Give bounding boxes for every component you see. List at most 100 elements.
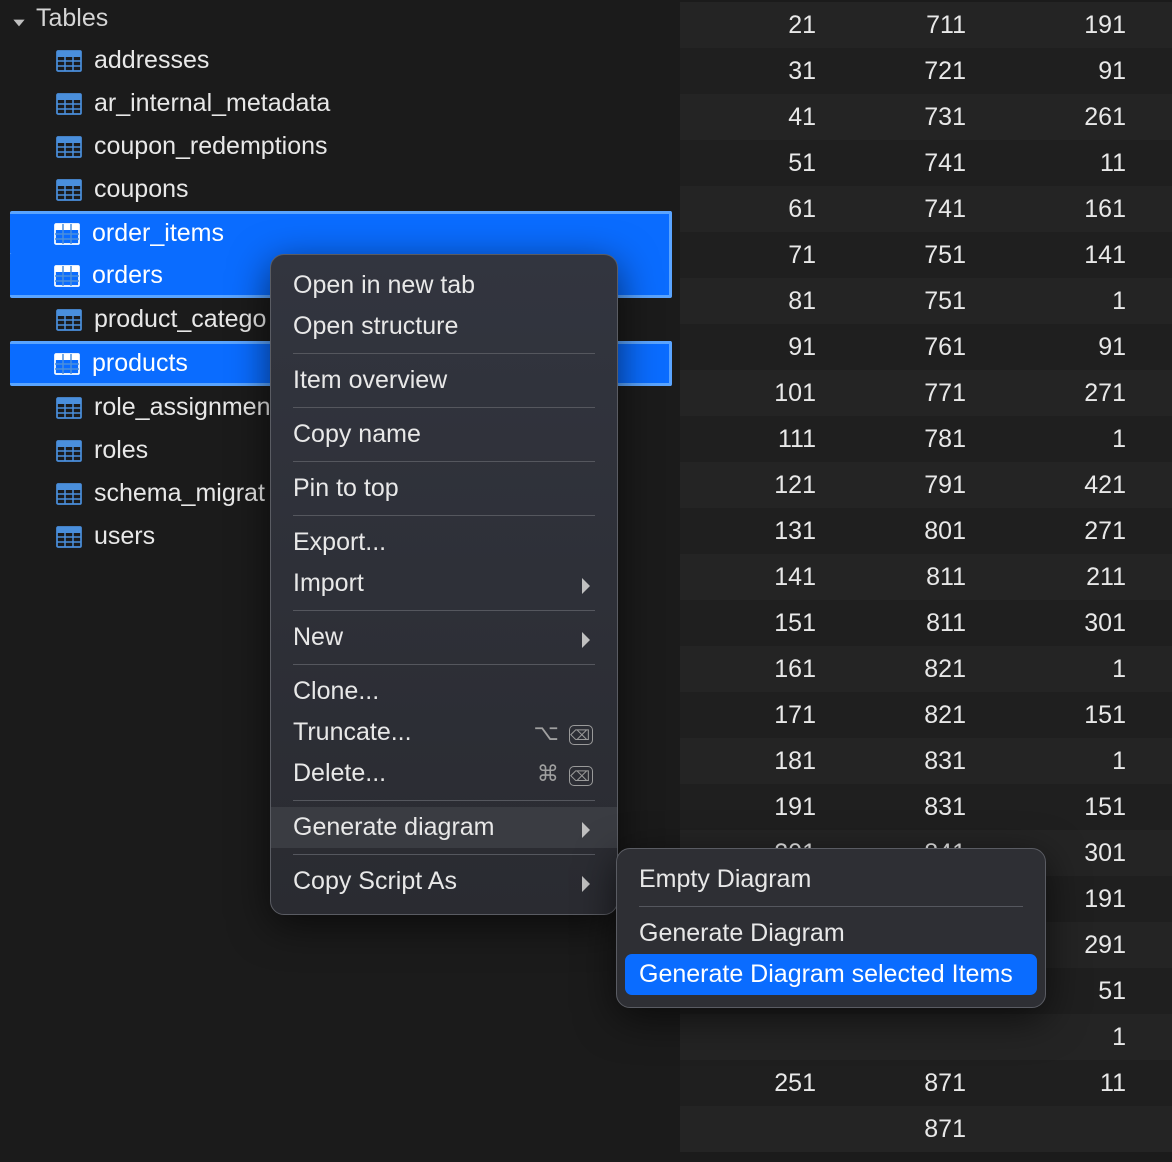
menu-item-copy-name[interactable]: Copy name: [271, 414, 617, 455]
menu-separator: [293, 854, 595, 855]
cell: 781: [830, 425, 980, 454]
cell: 91: [980, 333, 1140, 362]
table-icon: [56, 179, 82, 201]
menu-item-item-overview[interactable]: Item overview: [271, 360, 617, 401]
table-row[interactable]: 3172191: [680, 48, 1172, 94]
table-row[interactable]: 171821151: [680, 692, 1172, 738]
cell: 91: [980, 57, 1140, 86]
cell: 271: [980, 379, 1140, 408]
table-row[interactable]: 41731261: [680, 94, 1172, 140]
cell: 1: [980, 655, 1140, 684]
menu-item-label: Delete...: [293, 759, 386, 788]
table-row[interactable]: 9176191: [680, 324, 1172, 370]
cell: 71: [680, 241, 830, 270]
cell: 751: [830, 287, 980, 316]
table-row[interactable]: 61741161: [680, 186, 1172, 232]
table-row[interactable]: 21711191: [680, 2, 1172, 48]
cell: 141: [980, 241, 1140, 270]
cell: 151: [980, 793, 1140, 822]
table-item-coupons[interactable]: coupons: [0, 168, 680, 211]
menu-item-pin-to-top[interactable]: Pin to top: [271, 468, 617, 509]
cell: 761: [830, 333, 980, 362]
tables-header-label: Tables: [36, 4, 108, 33]
menu-item-truncate[interactable]: Truncate...⌥ ⌫: [271, 712, 617, 753]
cell: 131: [680, 517, 830, 546]
cell: 91: [680, 333, 830, 362]
cell: 801: [830, 517, 980, 546]
table-row[interactable]: 871: [680, 1106, 1172, 1152]
cell: 261: [980, 103, 1140, 132]
cell: 1: [980, 425, 1140, 454]
table-row[interactable]: 101771271: [680, 370, 1172, 416]
table-row[interactable]: 1618211: [680, 646, 1172, 692]
menu-item-label: Item overview: [293, 366, 447, 395]
menu-item-label: New: [293, 623, 343, 652]
cell: 1: [980, 1023, 1140, 1052]
table-icon: [56, 397, 82, 419]
table-row[interactable]: 151811301: [680, 600, 1172, 646]
submenu-item-empty-diagram[interactable]: Empty Diagram: [617, 859, 1045, 900]
cell: 61: [680, 195, 830, 224]
menu-item-import[interactable]: Import: [271, 563, 617, 604]
menu-item-clone[interactable]: Clone...: [271, 671, 617, 712]
table-icon: [56, 483, 82, 505]
cell: 41: [680, 103, 830, 132]
menu-item-delete[interactable]: Delete... ⌘ ⌫: [271, 753, 617, 794]
cell: 191: [680, 793, 830, 822]
table-row[interactable]: 1117811: [680, 416, 1172, 462]
table-item-order-items[interactable]: order_items: [10, 211, 672, 256]
context-menu[interactable]: Open in new tab Open structure Item overvi…: [270, 254, 618, 915]
table-item-addresses[interactable]: addresses: [0, 39, 680, 82]
table-row[interactable]: 1818311: [680, 738, 1172, 784]
table-icon: [54, 265, 80, 287]
cell: 151: [680, 609, 830, 638]
menu-separator: [293, 461, 595, 462]
cell: 821: [830, 655, 980, 684]
cell: 1: [980, 287, 1140, 316]
cell: 11: [980, 1069, 1140, 1098]
cell: 871: [830, 1069, 980, 1098]
table-row[interactable]: 5174111: [680, 140, 1172, 186]
table-item-label: coupons: [94, 175, 189, 204]
menu-separator: [293, 515, 595, 516]
table-row[interactable]: 71751141: [680, 232, 1172, 278]
shortcut-cmd-del: ⌘ ⌫: [537, 761, 593, 787]
cell: 191: [980, 11, 1140, 40]
cell: 81: [680, 287, 830, 316]
menu-item-label: Open in new tab: [293, 271, 475, 300]
shortcut-opt-del: ⌥ ⌫: [534, 720, 593, 746]
table-row[interactable]: 131801271: [680, 508, 1172, 554]
table-row[interactable]: 1: [680, 1014, 1172, 1060]
table-icon: [56, 526, 82, 548]
menu-item-new[interactable]: New: [271, 617, 617, 658]
cell: 1: [980, 747, 1140, 776]
menu-item-label: Clone...: [293, 677, 379, 706]
tables-header[interactable]: Tables: [0, 0, 680, 39]
menu-item-copy-script-as[interactable]: Copy Script As: [271, 861, 617, 902]
cell: 811: [830, 609, 980, 638]
cell: 741: [830, 195, 980, 224]
table-icon: [56, 440, 82, 462]
menu-item-export[interactable]: Export...: [271, 522, 617, 563]
menu-item-generate-diagram[interactable]: Generate diagram: [271, 807, 617, 848]
table-row[interactable]: 25187111: [680, 1060, 1172, 1106]
cell: 161: [680, 655, 830, 684]
submenu-item-generate-diagram-selected-items[interactable]: Generate Diagram selected Items: [625, 954, 1037, 995]
menu-separator: [293, 353, 595, 354]
table-row[interactable]: 141811211: [680, 554, 1172, 600]
generate-diagram-submenu[interactable]: Empty Diagram Generate DiagramGenerate Di…: [616, 848, 1046, 1008]
cell: 741: [830, 149, 980, 178]
chevron-right-icon: [579, 872, 593, 892]
table-item-ar-internal-metadata[interactable]: ar_internal_metadata: [0, 82, 680, 125]
table-row[interactable]: 191831151: [680, 784, 1172, 830]
menu-item-label: Empty Diagram: [639, 865, 811, 894]
cell: 11: [980, 149, 1140, 178]
table-item-label: product_catego: [94, 305, 266, 334]
table-row[interactable]: 121791421: [680, 462, 1172, 508]
table-item-coupon-redemptions[interactable]: coupon_redemptions: [0, 125, 680, 168]
submenu-item-generate-diagram[interactable]: Generate Diagram: [617, 913, 1045, 954]
menu-item-open-structure[interactable]: Open structure: [271, 306, 617, 347]
table-row[interactable]: 817511: [680, 278, 1172, 324]
cell: 161: [980, 195, 1140, 224]
menu-item-open-in-new-tab[interactable]: Open in new tab: [271, 265, 617, 306]
